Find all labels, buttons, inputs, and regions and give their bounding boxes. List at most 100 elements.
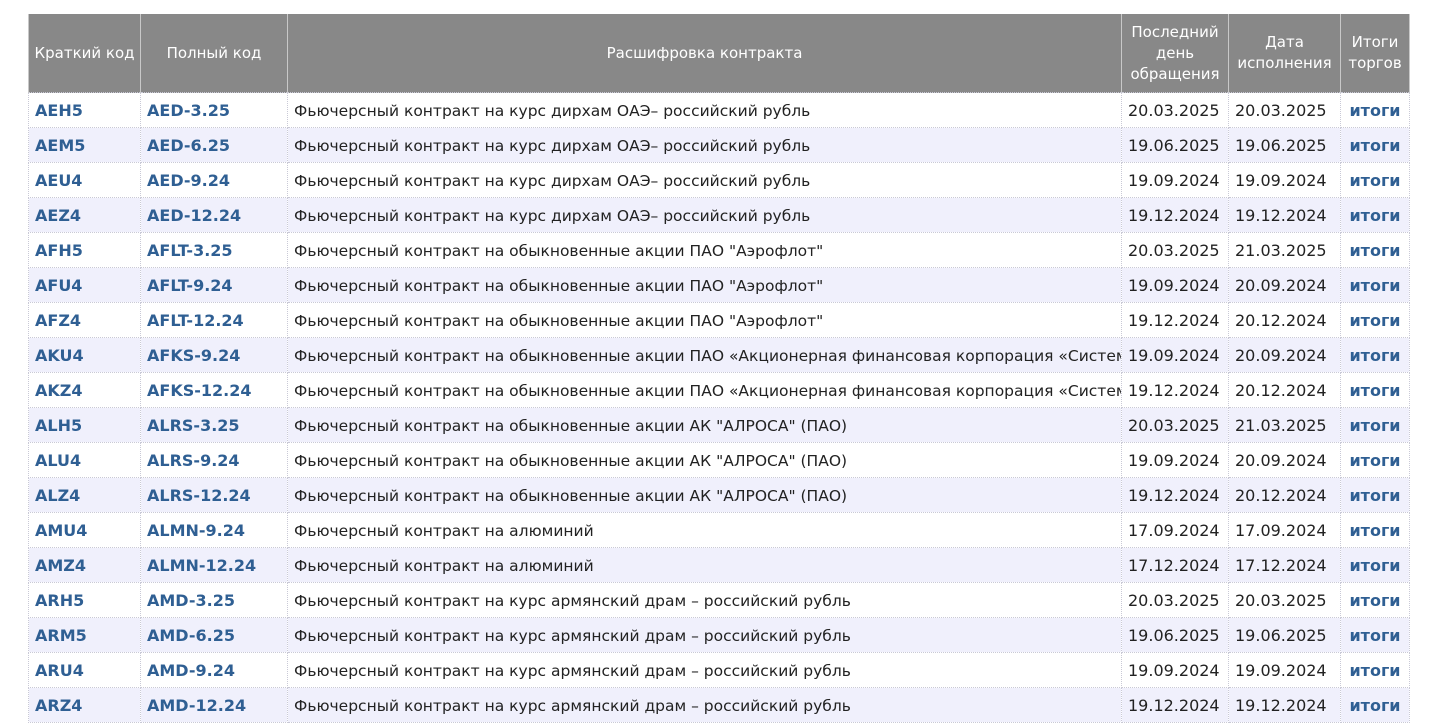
- full-code-link[interactable]: AMD-3.25: [147, 591, 235, 610]
- full-code-link[interactable]: AED-9.24: [147, 171, 230, 190]
- full-code-cell: AED-3.25: [140, 92, 288, 128]
- description-cell: Фьючерсный контракт на курс армянский др…: [287, 652, 1122, 688]
- results-link[interactable]: итоги: [1349, 346, 1400, 365]
- short-code-link[interactable]: ARH5: [35, 591, 84, 610]
- full-code-cell: ALRS-9.24: [140, 442, 288, 478]
- full-code-link[interactable]: ALMN-9.24: [147, 521, 245, 540]
- full-code-link[interactable]: ALMN-12.24: [147, 556, 256, 575]
- table-row: AMU4 ALMN-9.24 Фьючерсный контракт на алюм…: [28, 512, 1410, 548]
- full-code-link[interactable]: ALRS-3.25: [147, 416, 240, 435]
- short-code-link[interactable]: AMU4: [35, 521, 87, 540]
- short-code-cell: AEZ4: [28, 197, 141, 233]
- results-link[interactable]: итоги: [1349, 416, 1400, 435]
- table-row: AEM5 AED-6.25 Фьючерсный контракт на курс …: [28, 127, 1410, 163]
- last-day-cell: 19.12.2024: [1121, 302, 1229, 338]
- results-cell: итоги: [1340, 617, 1410, 653]
- results-link[interactable]: итоги: [1349, 311, 1400, 330]
- short-code-cell: AEH5: [28, 92, 141, 128]
- last-day-cell: 19.12.2024: [1121, 477, 1229, 513]
- last-day-cell: 19.09.2024: [1121, 442, 1229, 478]
- short-code-link[interactable]: ALZ4: [35, 486, 80, 505]
- short-code-cell: ALU4: [28, 442, 141, 478]
- short-code-link[interactable]: AFH5: [35, 241, 83, 260]
- full-code-link[interactable]: AFLT-3.25: [147, 241, 233, 260]
- short-code-link[interactable]: AKU4: [35, 346, 84, 365]
- short-code-cell: ARU4: [28, 652, 141, 688]
- short-code-link[interactable]: ALH5: [35, 416, 82, 435]
- full-code-cell: AMD-9.24: [140, 652, 288, 688]
- last-day-cell: 20.03.2025: [1121, 582, 1229, 618]
- results-link[interactable]: итоги: [1349, 241, 1400, 260]
- results-cell: итоги: [1340, 582, 1410, 618]
- short-code-link[interactable]: AFU4: [35, 276, 82, 295]
- short-code-cell: ARM5: [28, 617, 141, 653]
- short-code-cell: ARZ4: [28, 687, 141, 723]
- short-code-link[interactable]: ARU4: [35, 661, 84, 680]
- full-code-link[interactable]: AFLT-12.24: [147, 311, 244, 330]
- results-link[interactable]: итоги: [1349, 486, 1400, 505]
- exec-date-cell: 21.03.2025: [1228, 232, 1341, 268]
- results-link[interactable]: итоги: [1349, 136, 1400, 155]
- results-link[interactable]: итоги: [1349, 206, 1400, 225]
- exec-date-cell: 19.12.2024: [1228, 197, 1341, 233]
- results-cell: итоги: [1340, 442, 1410, 478]
- short-code-link[interactable]: AEH5: [35, 101, 83, 120]
- description-cell: Фьючерсный контракт на алюминий: [287, 547, 1122, 583]
- contracts-table: Краткий код Полный код Расшифровка контр…: [28, 14, 1410, 723]
- full-code-link[interactable]: AFKS-9.24: [147, 346, 240, 365]
- results-link[interactable]: итоги: [1349, 101, 1400, 120]
- results-cell: итоги: [1340, 162, 1410, 198]
- description-cell: Фьючерсный контракт на обыкновенные акци…: [287, 232, 1122, 268]
- short-code-link[interactable]: ARZ4: [35, 696, 82, 715]
- full-code-link[interactable]: ALRS-9.24: [147, 451, 240, 470]
- full-code-link[interactable]: AMD-6.25: [147, 626, 235, 645]
- results-link[interactable]: итоги: [1349, 696, 1400, 715]
- exec-date-cell: 19.12.2024: [1228, 687, 1341, 723]
- short-code-cell: ALZ4: [28, 477, 141, 513]
- short-code-link[interactable]: AEU4: [35, 171, 82, 190]
- results-cell: итоги: [1340, 92, 1410, 128]
- full-code-cell: ALMN-12.24: [140, 547, 288, 583]
- description-cell: Фьючерсный контракт на обыкновенные акци…: [287, 477, 1122, 513]
- results-link[interactable]: итоги: [1349, 451, 1400, 470]
- results-link[interactable]: итоги: [1349, 171, 1400, 190]
- full-code-cell: AED-6.25: [140, 127, 288, 163]
- last-day-cell: 19.12.2024: [1121, 197, 1229, 233]
- exec-date-cell: 19.09.2024: [1228, 652, 1341, 688]
- short-code-link[interactable]: AEM5: [35, 136, 85, 155]
- full-code-cell: AMD-3.25: [140, 582, 288, 618]
- results-link[interactable]: итоги: [1349, 661, 1400, 680]
- results-link[interactable]: итоги: [1349, 556, 1400, 575]
- short-code-link[interactable]: ARM5: [35, 626, 87, 645]
- last-day-cell: 17.09.2024: [1121, 512, 1229, 548]
- last-day-cell: 19.06.2025: [1121, 617, 1229, 653]
- full-code-cell: AFKS-12.24: [140, 372, 288, 408]
- short-code-link[interactable]: ALU4: [35, 451, 81, 470]
- full-code-link[interactable]: AMD-9.24: [147, 661, 235, 680]
- full-code-link[interactable]: AFKS-12.24: [147, 381, 251, 400]
- full-code-link[interactable]: AED-6.25: [147, 136, 230, 155]
- header-full-code: Полный код: [140, 14, 288, 93]
- short-code-link[interactable]: AKZ4: [35, 381, 83, 400]
- full-code-link[interactable]: AED-12.24: [147, 206, 241, 225]
- short-code-link[interactable]: AFZ4: [35, 311, 81, 330]
- results-link[interactable]: итоги: [1349, 276, 1400, 295]
- full-code-link[interactable]: ALRS-12.24: [147, 486, 251, 505]
- last-day-cell: 19.09.2024: [1121, 652, 1229, 688]
- table-row: AKZ4 AFKS-12.24 Фьючерсный контракт на обы…: [28, 372, 1410, 408]
- table-row: AFZ4 AFLT-12.24 Фьючерсный контракт на обы…: [28, 302, 1410, 338]
- full-code-link[interactable]: AMD-12.24: [147, 696, 246, 715]
- results-link[interactable]: итоги: [1349, 381, 1400, 400]
- full-code-link[interactable]: AED-3.25: [147, 101, 230, 120]
- table-row: ARM5 AMD-6.25 Фьючерсный контракт на курс …: [28, 617, 1410, 653]
- short-code-link[interactable]: AMZ4: [35, 556, 86, 575]
- results-link[interactable]: итоги: [1349, 626, 1400, 645]
- table-row: ARU4 AMD-9.24 Фьючерсный контракт на курс …: [28, 652, 1410, 688]
- results-link[interactable]: итоги: [1349, 521, 1400, 540]
- short-code-link[interactable]: AEZ4: [35, 206, 81, 225]
- results-link[interactable]: итоги: [1349, 591, 1400, 610]
- full-code-link[interactable]: AFLT-9.24: [147, 276, 233, 295]
- header-description: Расшифровка контракта: [287, 14, 1122, 93]
- last-day-cell: 19.12.2024: [1121, 687, 1229, 723]
- results-cell: итоги: [1340, 477, 1410, 513]
